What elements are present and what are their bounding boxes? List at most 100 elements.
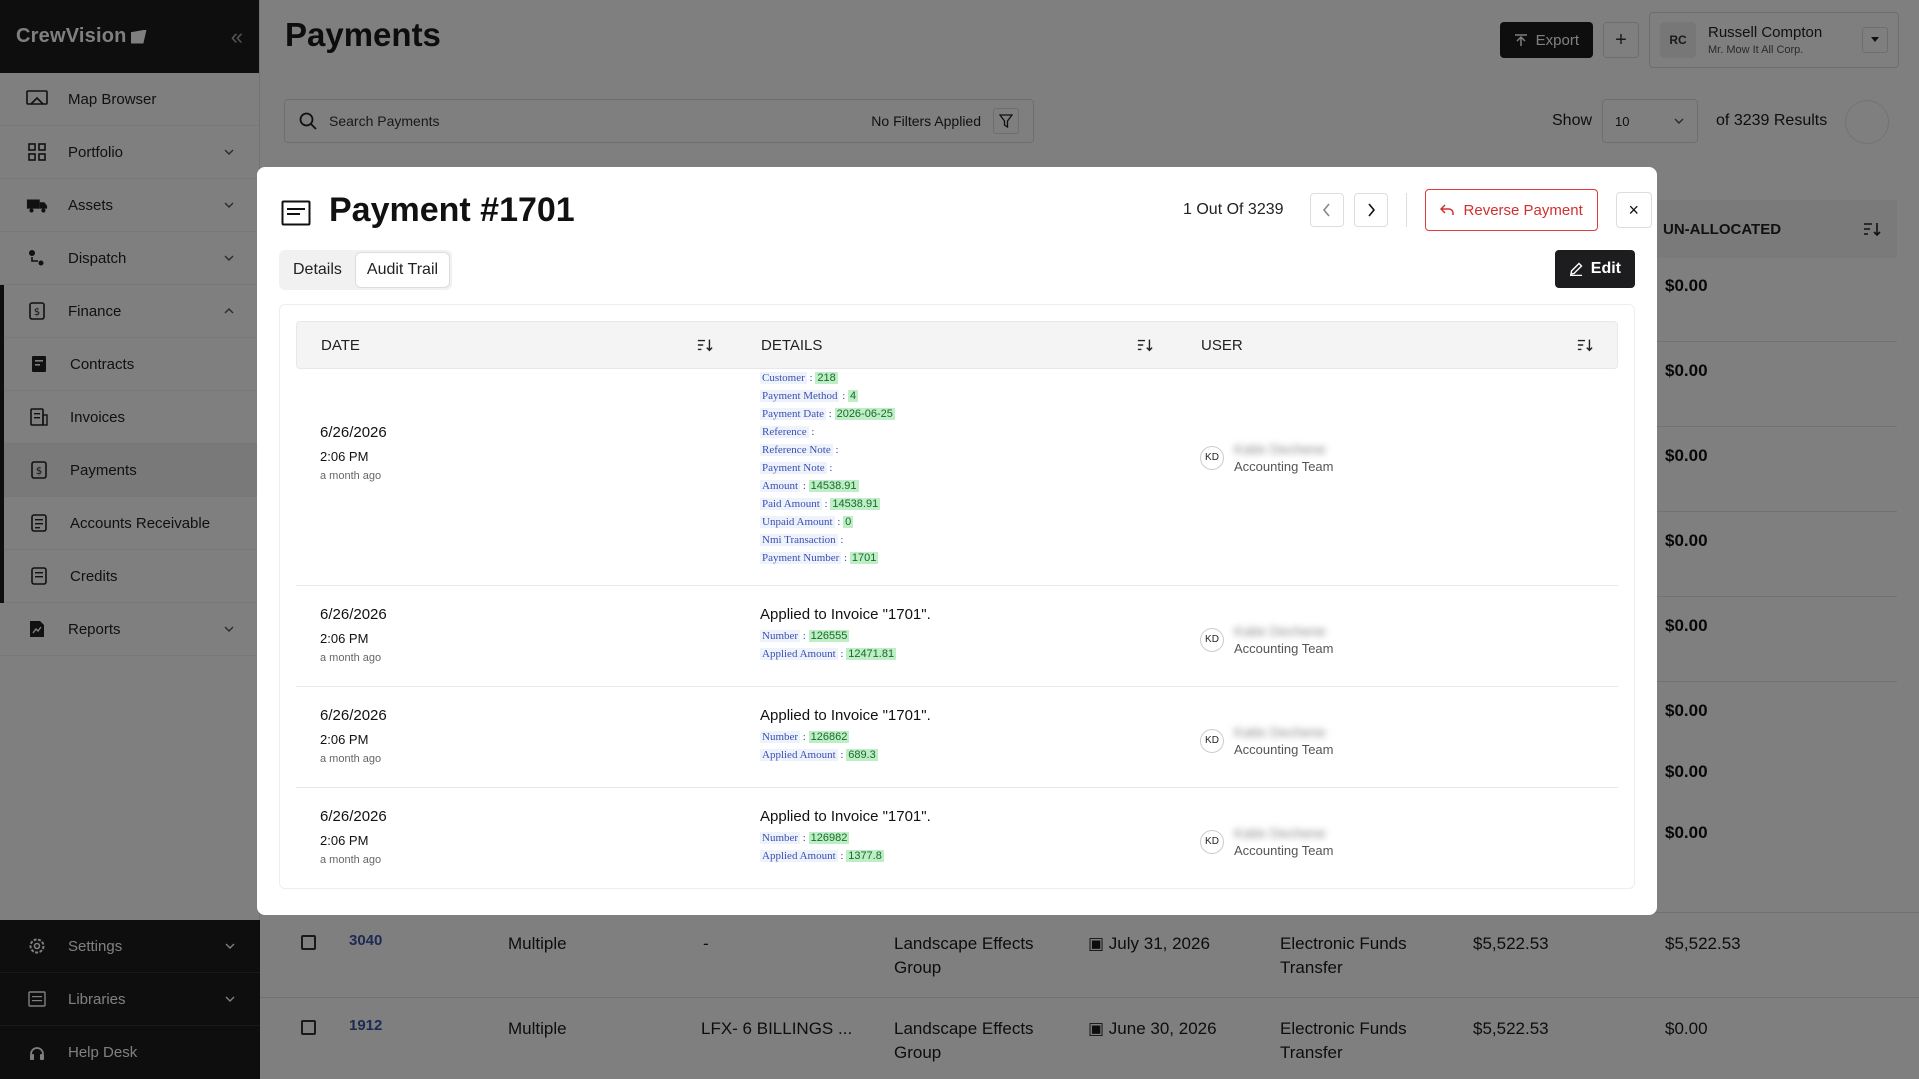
field-change: Number : 126862 <box>760 731 850 743</box>
field-change: Nmi Transaction : <box>760 534 844 546</box>
audit-time: 2:06 PM <box>320 833 369 848</box>
date-cell: 6/26/2026 2:06 PM a month ago <box>320 707 387 765</box>
chevron-right-icon <box>1367 203 1375 217</box>
tab-details[interactable]: Details <box>282 253 353 287</box>
field-key: Applied Amount <box>760 749 838 761</box>
modal-tabs: Details Audit Trail <box>279 250 453 290</box>
user-info: Katie Dechene Accounting Team <box>1234 825 1334 858</box>
audit-rows: 6/26/2026 2:06 PM a month ago Customer :… <box>296 369 1618 888</box>
field-key: Number <box>760 630 801 642</box>
field-value: 126982 <box>808 832 850 844</box>
receipt-icon <box>281 200 311 226</box>
field-change: Applied Amount : 1377.8 <box>760 850 884 862</box>
audit-row: 6/26/2026 2:06 PM a month ago Applied to… <box>296 586 1618 687</box>
field-value: 126555 <box>808 630 850 642</box>
sort-icon[interactable] <box>1577 337 1593 353</box>
field-key: Paid Amount <box>760 498 822 510</box>
user-cell: KD Katie Dechene Accounting Team <box>1200 623 1334 656</box>
audit-time: 2:06 PM <box>320 449 369 464</box>
column-header-user[interactable]: USER <box>1201 322 1243 368</box>
field-change: Reference Note : <box>760 444 839 456</box>
audit-relative-time: a month ago <box>320 470 382 482</box>
audit-row: 6/26/2026 2:06 PM a month ago Applied to… <box>296 687 1618 788</box>
next-button[interactable] <box>1353 193 1388 227</box>
close-button[interactable]: × <box>1615 192 1652 228</box>
field-key: Applied Amount <box>760 850 838 862</box>
user-team: Accounting Team <box>1234 459 1334 474</box>
details-cell: Customer : 218 Payment Method : 4 Paymen… <box>760 369 895 567</box>
field-key: Unpaid Amount <box>760 516 835 528</box>
user-cell: KD Katie Dechene Accounting Team <box>1200 441 1334 474</box>
field-key: Number <box>760 832 801 844</box>
field-key: Number <box>760 731 801 743</box>
audit-trail-panel: DATE DETAILS USER 6/26/2026 2:06 PM a mo… <box>279 304 1635 889</box>
modal-navigation: 1 Out Of 3239 Reverse Payment × <box>1183 189 1652 231</box>
audit-date: 6/26/2026 <box>320 606 387 623</box>
field-change: Payment Number : 1701 <box>760 552 879 564</box>
field-change: Applied Amount : 12471.81 <box>760 648 897 660</box>
date-cell: 6/26/2026 2:06 PM a month ago <box>320 424 387 482</box>
field-change: Applied Amount : 689.3 <box>760 749 878 761</box>
field-value: 2026-06-25 <box>834 408 895 420</box>
edit-button[interactable]: Edit <box>1554 250 1635 288</box>
field-change: Amount : 14538.91 <box>760 480 859 492</box>
audit-date: 6/26/2026 <box>320 808 387 825</box>
field-change: Payment Method : 4 <box>760 390 859 402</box>
field-value: 689.3 <box>846 749 878 761</box>
sort-icon[interactable] <box>697 337 713 353</box>
avatar: KD <box>1200 627 1224 652</box>
edit-label: Edit <box>1590 260 1621 277</box>
field-key: Reference <box>760 426 809 438</box>
tab-audit-trail[interactable]: Audit Trail <box>355 253 450 287</box>
details-cell: Applied to Invoice "1701". Number : 1268… <box>760 707 931 764</box>
date-cell: 6/26/2026 2:06 PM a month ago <box>320 808 387 866</box>
audit-title: Applied to Invoice "1701". <box>760 707 931 724</box>
user-team: Accounting Team <box>1234 742 1334 757</box>
field-change: Payment Date : 2026-06-25 <box>760 408 895 420</box>
date-cell: 6/26/2026 2:06 PM a month ago <box>320 606 387 664</box>
audit-relative-time: a month ago <box>320 652 382 664</box>
undo-icon <box>1439 204 1454 215</box>
user-cell: KD Katie Dechene Accounting Team <box>1200 724 1334 757</box>
field-key: Applied Amount <box>760 648 838 660</box>
field-value: 4 <box>848 390 859 402</box>
column-header-date[interactable]: DATE <box>321 322 360 368</box>
field-key: Payment Note <box>760 462 827 474</box>
field-change: Payment Note : <box>760 462 833 474</box>
field-change: Unpaid Amount : 0 <box>760 516 854 528</box>
field-change: Number : 126982 <box>760 832 850 844</box>
field-value: 14538.91 <box>808 480 859 492</box>
audit-row: 6/26/2026 2:06 PM a month ago Customer :… <box>296 369 1618 586</box>
sort-icon[interactable] <box>1137 337 1153 353</box>
record-position: 1 Out Of 3239 <box>1183 201 1284 218</box>
user-name: Katie Dechene <box>1234 724 1326 740</box>
column-header-details[interactable]: DETAILS <box>761 322 822 368</box>
field-change: Paid Amount : 14538.91 <box>760 498 881 510</box>
avatar: KD <box>1200 829 1224 854</box>
close-icon: × <box>1628 199 1639 220</box>
field-value: 1701 <box>849 552 879 564</box>
field-key: Payment Date <box>760 408 827 420</box>
user-team: Accounting Team <box>1234 843 1334 858</box>
field-key: Payment Method <box>760 390 840 402</box>
avatar: KD <box>1200 445 1224 470</box>
avatar: KD <box>1200 728 1224 753</box>
user-info: Katie Dechene Accounting Team <box>1234 724 1334 757</box>
field-key: Reference Note <box>760 444 833 456</box>
field-key: Nmi Transaction <box>760 534 838 546</box>
audit-relative-time: a month ago <box>320 753 382 765</box>
audit-relative-time: a month ago <box>320 854 382 866</box>
reverse-payment-button[interactable]: Reverse Payment <box>1424 189 1598 231</box>
field-key: Amount <box>760 480 801 492</box>
details-cell: Applied to Invoice "1701". Number : 1269… <box>760 808 931 865</box>
reverse-payment-label: Reverse Payment <box>1463 201 1583 219</box>
audit-title: Applied to Invoice "1701". <box>760 808 931 825</box>
audit-time: 2:06 PM <box>320 732 369 747</box>
field-value: 12471.81 <box>846 648 897 660</box>
modal-title: Payment #1701 <box>329 191 575 229</box>
pencil-icon <box>1569 262 1583 276</box>
field-key: Payment Number <box>760 552 842 564</box>
audit-time: 2:06 PM <box>320 631 369 646</box>
previous-button[interactable] <box>1309 193 1344 227</box>
user-info: Katie Dechene Accounting Team <box>1234 441 1334 474</box>
